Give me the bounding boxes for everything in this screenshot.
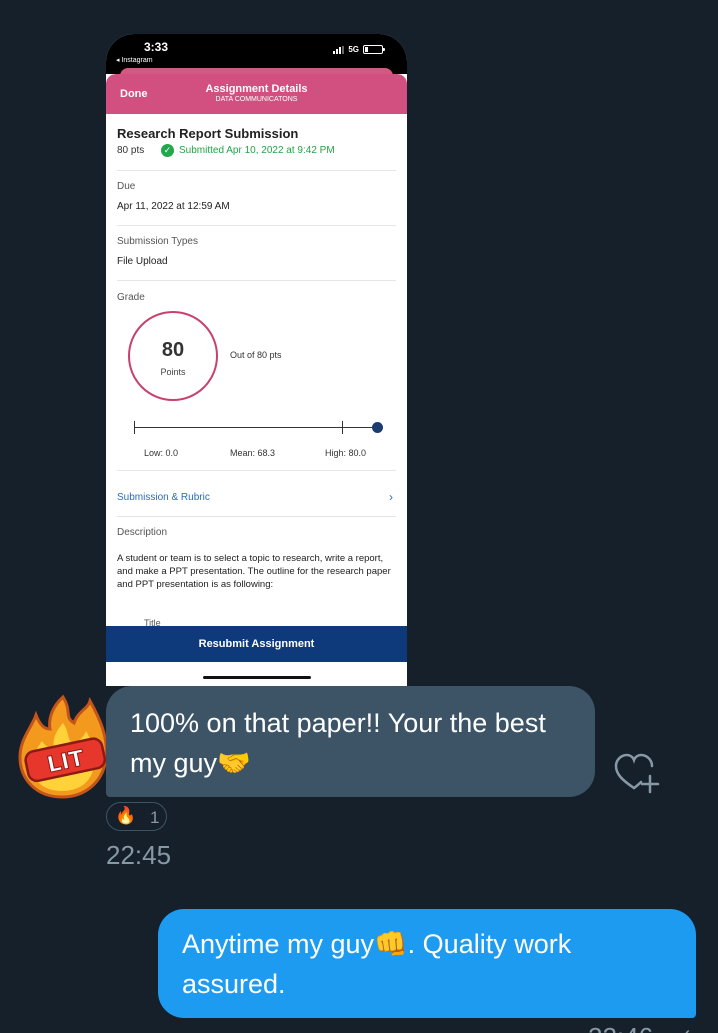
description-text: A student or team is to select a topic t… [117,553,391,590]
due-label: Due [117,181,136,192]
signal-bars-icon [333,45,345,54]
network-label: 5G [348,45,359,54]
home-indicator [203,676,311,679]
high-stat: High: 80.0 [325,448,367,458]
incoming-message-bubble[interactable]: 100% on that paper!! Your the best my gu… [106,686,595,797]
reaction-badge[interactable]: 🔥 1 [106,802,167,831]
reaction-count: 1 [150,808,160,827]
grade-label: Grade [117,292,145,303]
outgoing-timestamp: 22:46 [588,1022,653,1033]
low-stat: Low: 0.0 [144,448,179,458]
lit-fire-sticker-icon: LIT [18,694,108,799]
fire-emoji-icon: 🔥 [115,806,137,825]
description-label: Description [117,527,168,538]
battery-low-icon [363,45,385,54]
nav-title: Assignment Details [205,83,308,95]
grade-unit: Points [160,367,186,377]
grade-out-of: Out of 80 pts [230,350,282,360]
submission-rubric-link: Submission & Rubric [117,492,210,503]
heart-plus-icon[interactable] [612,750,660,796]
divider [117,170,396,171]
chevron-right-icon: › [389,490,393,504]
divider [117,516,396,517]
nav-bar: Done Assignment Details DATA COMMUNICATO… [106,74,407,114]
assignment-screenshot[interactable]: 3:33 ◂ Instagram 5G Done Assignment Deta… [106,34,407,686]
submitted-status: Submitted Apr 10, 2022 at 9:42 PM [179,145,335,156]
submission-types-value: File Upload [117,256,168,267]
back-to-instagram-link: ◂ Instagram [116,57,153,64]
outgoing-message-bubble[interactable]: Anytime my guy👊. Quality work assured. [158,909,696,1018]
nav-subtitle: DATA COMMUNICATONS [215,96,298,103]
check-circle-icon: ✓ [161,144,174,157]
your-score-marker [372,422,383,433]
low-tick [134,421,135,434]
mean-tick [342,421,343,434]
status-icons: 5G [333,45,385,54]
divider [117,225,396,226]
mean-stat: Mean: 68.3 [230,448,276,458]
divider [117,470,396,471]
resubmit-assignment-button: Resubmit Assignment [106,626,407,662]
incoming-message-text: 100% on that paper!! Your the best my gu… [130,708,546,778]
due-value: Apr 11, 2022 at 12:59 AM [117,201,230,212]
assignment-title: Research Report Submission [117,126,299,141]
assignment-points: 80 pts [117,145,145,156]
divider [117,280,396,281]
incoming-timestamp: 22:45 [106,840,172,870]
submission-types-label: Submission Types [117,236,198,247]
grade-value: 80 [161,339,185,361]
status-time: 3:33 [144,40,169,54]
read-check-icon: ✓ [676,1024,693,1033]
grade-ring: 80 Points [128,311,218,401]
outgoing-message-text: Anytime my guy👊. Quality work assured. [182,929,572,999]
